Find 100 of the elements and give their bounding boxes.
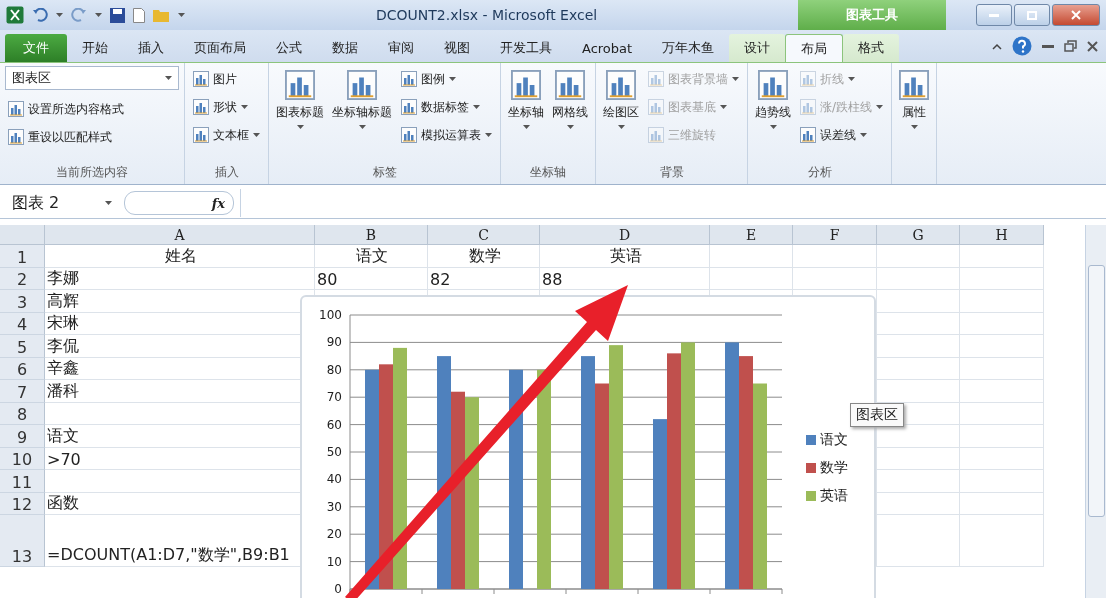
close-icon: [1071, 10, 1081, 20]
minimize-icon: [989, 13, 999, 17]
chart-icon: [511, 70, 541, 100]
close-icon[interactable]: [1087, 40, 1098, 52]
ribbon-tab[interactable]: 布局: [785, 34, 844, 62]
column-header[interactable]: H: [960, 225, 1044, 245]
row-header[interactable]: 3: [0, 290, 45, 313]
ribbon-tab[interactable]: 数据: [317, 34, 373, 62]
collapse-ribbon-icon[interactable]: [992, 42, 1002, 50]
column-header[interactable]: B: [315, 225, 428, 245]
ribbon-tab[interactable]: 开发工具: [485, 34, 567, 62]
row-header[interactable]: 2: [0, 267, 45, 290]
caret-icon: [522, 125, 530, 129]
chart-tools-label: 图表工具: [798, 0, 946, 30]
restore-icon[interactable]: [1064, 40, 1077, 52]
caret-icon: [473, 105, 480, 109]
save-icon[interactable]: [110, 7, 125, 23]
maximize-button[interactable]: [1014, 4, 1050, 26]
row-header[interactable]: 8: [0, 402, 45, 425]
ribbon-tab[interactable]: 视图: [429, 34, 485, 62]
axis-tick-label: 100: [319, 308, 342, 322]
row-header[interactable]: 4: [0, 312, 45, 335]
ribbon-button[interactable]: 数据标签: [398, 94, 495, 120]
chart-icon: [899, 70, 930, 100]
axis-tick-label: 90: [326, 335, 342, 350]
column-header[interactable]: A: [45, 225, 315, 245]
chart-icon: [193, 127, 209, 143]
ribbon-button[interactable]: 形状: [190, 94, 263, 120]
group-label: 分析: [806, 164, 833, 181]
row-header[interactable]: 11: [0, 470, 45, 493]
ribbon-button[interactable]: 坐标轴: [506, 66, 546, 164]
ribbon-tab[interactable]: 审阅: [373, 34, 429, 62]
column-header[interactable]: G: [877, 225, 960, 245]
column-header[interactable]: E: [710, 225, 793, 245]
row-header[interactable]: 12: [0, 492, 45, 515]
row-header[interactable]: 9: [0, 425, 45, 448]
row-header[interactable]: 5: [0, 335, 45, 358]
caret-icon: [485, 133, 492, 137]
table-cell: 李娜: [45, 267, 315, 290]
undo-icon[interactable]: [32, 8, 48, 22]
maximize-icon: [1027, 10, 1037, 20]
ribbon-tab[interactable]: 万年木鱼: [647, 34, 730, 62]
vertical-scrollbar[interactable]: [1085, 225, 1106, 598]
caret-icon: [105, 201, 112, 205]
caret-icon: [876, 105, 884, 109]
caret-icon: [56, 13, 63, 17]
excel-logo-icon[interactable]: [6, 6, 24, 24]
ribbon-tab[interactable]: 格式: [843, 34, 900, 62]
ribbon-button[interactable]: 设置所选内容格式: [5, 96, 179, 122]
ribbon-button[interactable]: 网格线: [550, 66, 590, 164]
row-header[interactable]: 1: [0, 245, 45, 268]
ribbon-button[interactable]: 属性: [897, 66, 932, 164]
ribbon-tab[interactable]: 开始: [67, 34, 123, 62]
customize-caret-icon: [178, 13, 185, 17]
chart-icon: [648, 99, 664, 115]
caret-icon: [769, 125, 777, 129]
selection-dropdown[interactable]: 图表区: [5, 66, 179, 90]
group-label: 坐标轴: [529, 164, 567, 181]
column-header[interactable]: C: [428, 225, 540, 245]
ribbon-tab[interactable]: 设计: [729, 34, 786, 62]
ribbon-tab[interactable]: 文件: [5, 34, 67, 62]
chart-icon: [648, 71, 664, 87]
close-button[interactable]: [1052, 4, 1100, 26]
chart-icon: [401, 127, 417, 143]
new-document-icon[interactable]: [133, 7, 145, 23]
column-header[interactable]: F: [793, 225, 877, 245]
ribbon-button[interactable]: 重设以匹配样式: [5, 124, 179, 150]
ribbon-button[interactable]: 图例: [398, 66, 495, 92]
row-header[interactable]: 7: [0, 380, 45, 403]
ribbon-button[interactable]: 文本框: [190, 122, 263, 148]
axis-tick-label: 0: [334, 582, 342, 596]
ribbon-button[interactable]: 模拟运算表: [398, 122, 495, 148]
ribbon-tab[interactable]: 插入: [123, 34, 179, 62]
minimize-icon[interactable]: [1042, 44, 1054, 48]
ribbon-button[interactable]: 误差线: [797, 122, 887, 148]
chart-icon: [8, 129, 24, 145]
ribbon-button[interactable]: 坐标轴标题: [330, 66, 394, 164]
row-header[interactable]: 6: [0, 357, 45, 380]
caret-icon: [165, 76, 172, 80]
ribbon-button[interactable]: 绘图区: [601, 66, 641, 164]
caret-icon: [241, 105, 248, 109]
row-header[interactable]: 10: [0, 447, 45, 470]
column-header[interactable]: D: [540, 225, 710, 245]
chart-icon: [758, 70, 788, 100]
ribbon-tab[interactable]: Acrobat: [567, 34, 648, 62]
row-header[interactable]: 13: [0, 515, 45, 567]
redo-icon[interactable]: [71, 8, 87, 22]
chart-icon: [401, 99, 417, 115]
minimize-button[interactable]: [976, 4, 1012, 26]
legend-label: 数学: [820, 459, 848, 477]
ribbon-button[interactable]: 图表标题: [274, 66, 326, 164]
caret-icon: [358, 125, 366, 129]
chart-icon: [800, 127, 816, 143]
ribbon-tab[interactable]: 公式: [261, 34, 317, 62]
ribbon-button[interactable]: 图片: [190, 66, 263, 92]
help-icon[interactable]: [1012, 36, 1032, 56]
ribbon-button[interactable]: 趋势线: [753, 66, 793, 164]
table-cell: 80: [315, 267, 428, 290]
insert-function-button[interactable]: fx: [124, 191, 234, 215]
ribbon-tab[interactable]: 页面布局: [179, 34, 261, 62]
